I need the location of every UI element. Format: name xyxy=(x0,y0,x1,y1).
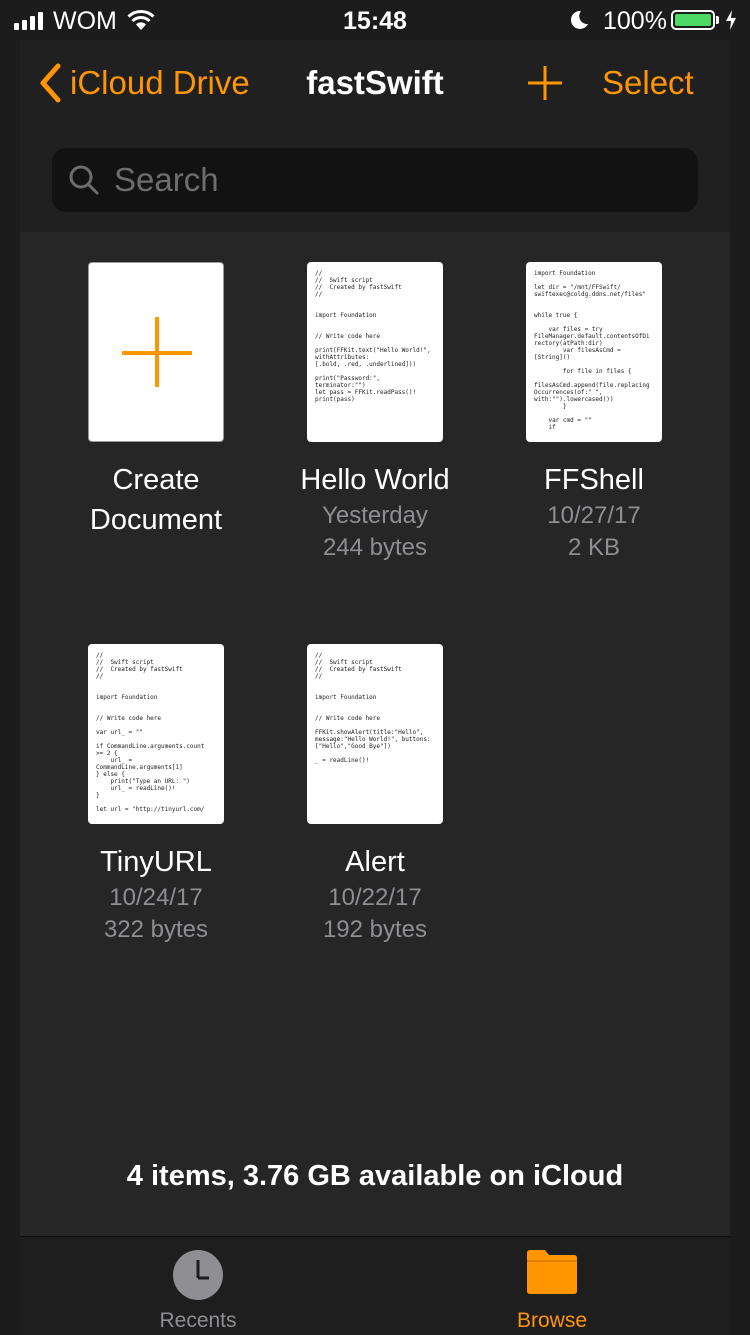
battery-icon xyxy=(671,10,715,30)
file-date: Yesterday xyxy=(322,502,428,529)
file-size: 2 KB xyxy=(567,534,621,561)
file-name: Hello World xyxy=(300,464,450,496)
file-date: 10/24/17 xyxy=(109,884,203,911)
code-preview: // // Swift script // Created by fastSwi… xyxy=(96,652,205,813)
create-document-thumbnail xyxy=(88,262,224,442)
item-name-line2: Document xyxy=(89,504,223,536)
item-name-line1: Create xyxy=(112,464,200,496)
charging-bolt-icon xyxy=(726,10,736,30)
chevron-left-icon xyxy=(40,63,61,103)
battery-percentage: 100% xyxy=(603,7,667,35)
battery-nub xyxy=(716,16,719,24)
status-bar: WOM 15:48 100% xyxy=(0,0,750,40)
file-size: 192 bytes xyxy=(322,916,428,943)
plus-icon[interactable] xyxy=(524,62,566,104)
storage-summary: 4 items, 3.76 GB available on iCloud xyxy=(126,1160,624,1192)
file-thumbnail: // // Swift script // Created by fastSwi… xyxy=(88,644,224,824)
tab-browse[interactable]: Browse xyxy=(452,1237,652,1335)
file-name: Alert xyxy=(345,846,405,878)
file-date: 10/27/17 xyxy=(547,502,641,529)
file-item-alert[interactable]: // // Swift script // Created by fastSwi… xyxy=(265,644,485,946)
select-button[interactable]: Select xyxy=(602,64,694,102)
file-date: 10/22/17 xyxy=(328,884,422,911)
search-input[interactable] xyxy=(112,160,656,200)
create-document-item[interactable]: Create Document xyxy=(46,262,266,540)
file-size: 322 bytes xyxy=(103,916,209,943)
file-name: FFShell xyxy=(544,464,644,496)
tab-recents-label: Recents xyxy=(159,1309,237,1332)
file-thumbnail: // // Swift script // Created by fastSwi… xyxy=(307,262,443,442)
file-item-tinyurl[interactable]: // // Swift script // Created by fastSwi… xyxy=(46,644,266,946)
file-item-hello-world[interactable]: // // Swift script // Created by fastSwi… xyxy=(265,262,485,564)
file-thumbnail: import Foundation let dir = "/mnt/FFSwif… xyxy=(526,262,662,442)
battery-level-fill xyxy=(675,14,711,26)
file-size: 244 bytes xyxy=(322,534,428,561)
code-preview: import Foundation let dir = "/mnt/FFSwif… xyxy=(534,270,650,431)
do-not-disturb-moon-icon xyxy=(570,10,588,29)
tab-browse-label: Browse xyxy=(516,1309,588,1332)
plus-icon-vertical xyxy=(155,317,159,387)
back-button-label: iCloud Drive xyxy=(70,64,250,101)
item-name: Create Document xyxy=(46,460,266,540)
tab-bar: Recents Browse xyxy=(20,1236,730,1335)
search-icon xyxy=(69,165,99,195)
file-thumbnail: // // Swift script // Created by fastSwi… xyxy=(307,644,443,824)
file-item-ffshell[interactable]: import Foundation let dir = "/mnt/FFSwif… xyxy=(484,262,704,564)
search-bar[interactable] xyxy=(52,148,698,212)
code-preview: // // Swift script // Created by fastSwi… xyxy=(315,270,431,403)
code-preview: // // Swift script // Created by fastSwi… xyxy=(315,652,431,764)
back-button[interactable]: iCloud Drive xyxy=(38,62,250,104)
clock-icon xyxy=(173,1250,223,1300)
tab-recents[interactable]: Recents xyxy=(98,1237,298,1335)
folder-icon xyxy=(527,1250,577,1294)
file-name: TinyURL xyxy=(100,846,212,878)
